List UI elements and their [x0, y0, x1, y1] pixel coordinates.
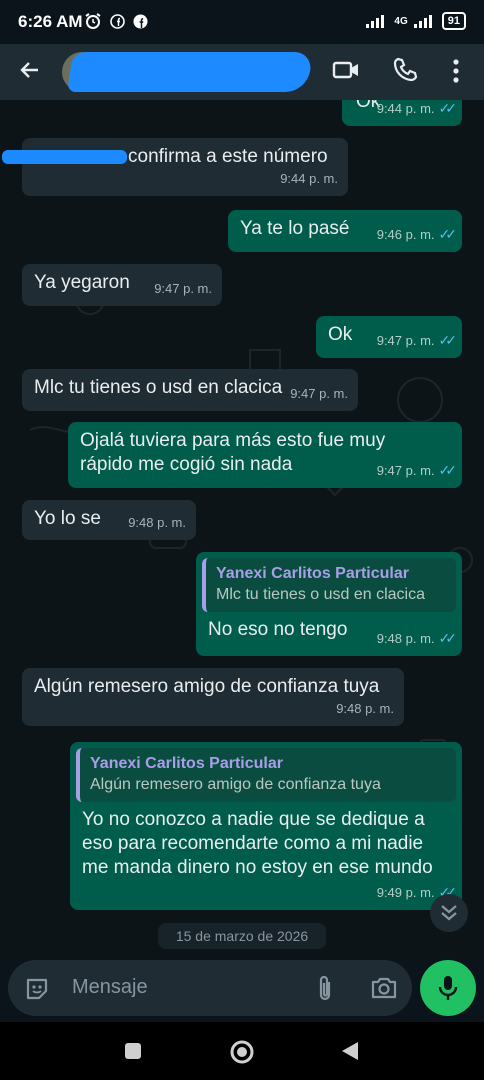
battery-icon: 91: [441, 12, 466, 30]
message-text: Ya te lo pasé: [240, 218, 350, 239]
message-text: Ya yegaron: [34, 272, 130, 293]
quoted-text: Mlc tu tienes o usd en clacica: [216, 586, 425, 603]
message-bubble-incoming[interactable]: confirma a este número 9:44 p. m.: [2, 138, 348, 196]
double-chevron-down-icon: [441, 905, 457, 921]
composer: Mensaje: [0, 958, 484, 1022]
message-time: 9:48 p. m.: [336, 701, 394, 716]
recents-icon[interactable]: [124, 1042, 142, 1060]
alarm-icon: [85, 13, 101, 29]
message-text: Ojalá tuviera para más esto fue muy rápi…: [80, 430, 386, 475]
message-time: 9:48 p. m.: [376, 631, 435, 646]
message-time: 9:49 p. m.: [376, 885, 435, 900]
network-label: 4G: [394, 15, 408, 27]
message-time: 9:47 p. m.: [376, 333, 435, 348]
message-text: Yo no conozco a nadie que se dedique a e…: [82, 809, 433, 878]
message-bubble-outgoing[interactable]: Yanexi Carlitos Particular Mlc tu tienes…: [196, 552, 462, 656]
message-text: confirma a este número: [128, 146, 328, 167]
status-right: 4G 91: [366, 12, 466, 30]
back-icon[interactable]: [340, 1040, 360, 1062]
status-time: 6:26 AM: [18, 12, 83, 31]
chat-header: [0, 44, 484, 100]
voice-call-icon[interactable]: [392, 56, 418, 84]
message-text: Mlc tu tienes o usd en clacica: [34, 377, 283, 398]
redacted-phone: [2, 150, 127, 164]
message-text: Ok: [328, 324, 353, 345]
message-bubble-incoming[interactable]: Mlc tu tienes o usd en clacica 9:47 p. m…: [22, 369, 358, 411]
quoted-author: Yanexi Carlitos Particular: [90, 755, 283, 772]
message-time: 9:47 p. m.: [376, 463, 435, 478]
message-bubble-outgoing[interactable]: Ojalá tuviera para más esto fue muy rápi…: [68, 422, 462, 488]
message-text: Algún remesero amigo de confianza tuya: [34, 676, 380, 697]
message-bubble-incoming[interactable]: Algún remesero amigo de confianza tuya 9…: [22, 668, 404, 726]
chat-area[interactable]: Ok 9:44 p. m. ✓✓ confirma a este número 9…: [0, 100, 484, 958]
quoted-text: Algún remesero amigo de confianza tuya: [90, 776, 381, 793]
scroll-down-button[interactable]: [430, 894, 468, 932]
quoted-message[interactable]: Yanexi Carlitos Particular Algún remeser…: [76, 748, 456, 802]
facebook-icon: [110, 13, 125, 29]
date-separator: 15 de marzo de 2026: [158, 923, 326, 949]
message-time: 9:46 p. m.: [376, 227, 435, 242]
camera-icon[interactable]: [370, 975, 398, 1001]
mic-button[interactable]: [420, 960, 476, 1016]
more-vert-icon[interactable]: [448, 58, 464, 84]
signal-icon: [366, 15, 385, 28]
quoted-message[interactable]: Yanexi Carlitos Particular Mlc tu tienes…: [202, 558, 456, 612]
video-call-icon[interactable]: [332, 56, 360, 84]
sticker-icon[interactable]: [24, 976, 50, 1002]
message-bubble-outgoing[interactable]: Ok 9:44 p. m. ✓✓: [342, 100, 462, 126]
message-bubble-outgoing[interactable]: Ya te lo pasé 9:46 p. m. ✓✓: [228, 210, 462, 252]
message-time: 9:47 p. m.: [154, 281, 212, 296]
status-left-icons: [84, 12, 148, 30]
home-icon[interactable]: [229, 1039, 255, 1065]
message-time: 9:47 p. m.: [290, 386, 348, 401]
message-text: Yo lo se: [34, 508, 101, 529]
system-navbar: [0, 1022, 484, 1080]
read-receipt-icon: ✓✓: [438, 332, 458, 348]
wifi-icon: [413, 15, 432, 28]
message-time: 9:44 p. m.: [280, 171, 338, 186]
read-receipt-icon: ✓✓: [438, 630, 458, 646]
message-bubble-outgoing[interactable]: Ok 9:47 p. m. ✓✓: [316, 316, 462, 358]
status-bar: 6:26 AM 4G 91: [0, 0, 484, 44]
message-bubble-incoming[interactable]: Ya yegaron 9:47 p. m.: [22, 264, 222, 306]
contact-name-redaction[interactable]: [67, 52, 313, 92]
message-bubble-incoming[interactable]: Yo lo se 9:48 p. m.: [22, 500, 196, 540]
attach-icon[interactable]: [314, 974, 336, 1004]
message-bubble-outgoing[interactable]: Yanexi Carlitos Particular Algún remeser…: [70, 742, 462, 910]
read-receipt-icon: ✓✓: [438, 462, 458, 478]
message-time: 9:48 p. m.: [128, 515, 186, 530]
read-receipt-icon: ✓✓: [438, 100, 458, 116]
message-time: 9:44 p. m.: [376, 101, 435, 116]
message-input[interactable]: Mensaje: [8, 960, 412, 1016]
mic-icon: [438, 976, 458, 1000]
back-arrow-icon[interactable]: [18, 58, 42, 82]
read-receipt-icon: ✓✓: [438, 226, 458, 242]
message-placeholder: Mensaje: [72, 976, 148, 998]
facebook-icon: [133, 14, 148, 28]
quoted-author: Yanexi Carlitos Particular: [216, 565, 409, 582]
